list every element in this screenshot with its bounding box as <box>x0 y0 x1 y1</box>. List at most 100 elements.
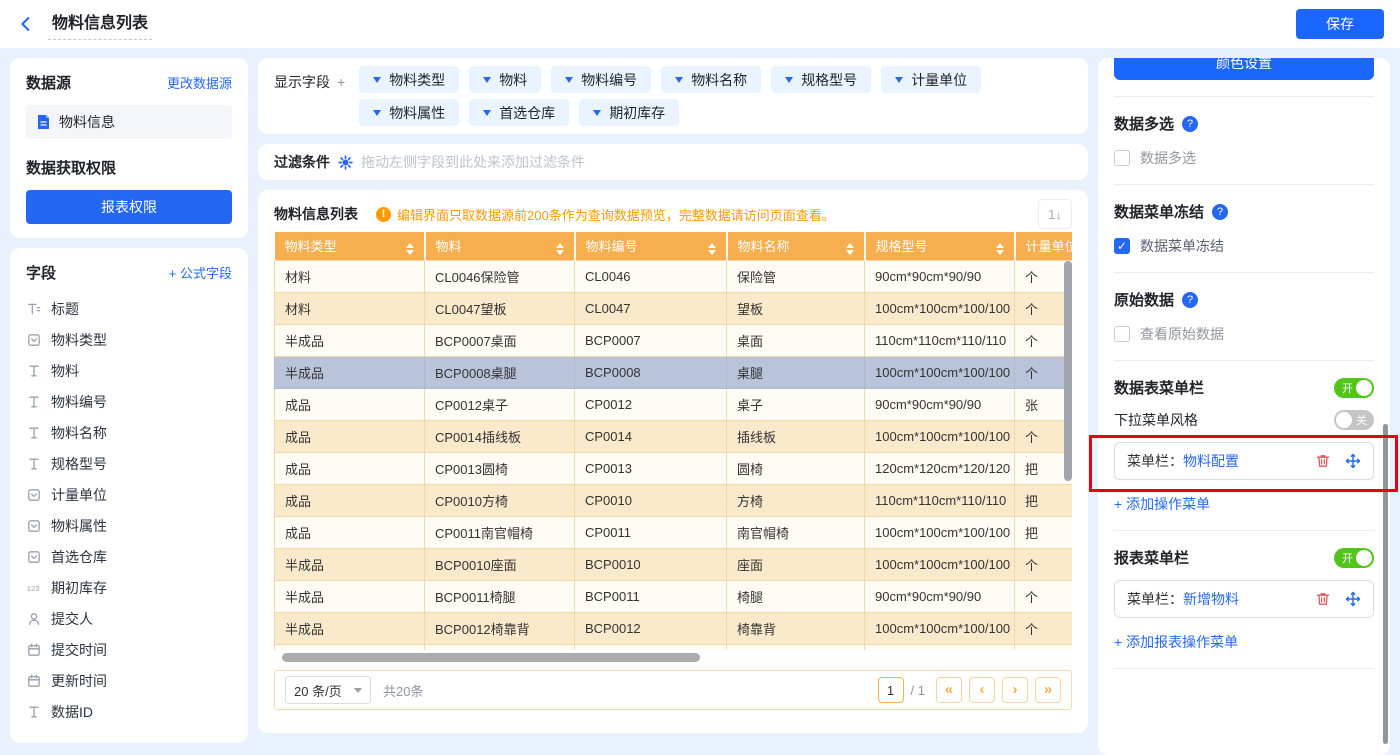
sort-order-button[interactable]: 1↓ <box>1038 199 1072 229</box>
table-cell[interactable]: 材料 <box>275 292 425 324</box>
table-cell[interactable]: CP0012桌子 <box>425 388 575 420</box>
table-cell[interactable]: CL0047望板 <box>425 292 575 324</box>
page-size-select[interactable]: 20 条/页 <box>285 676 371 704</box>
table-cell[interactable]: CP0013 <box>575 452 727 484</box>
help-icon[interactable]: ? <box>1182 292 1198 308</box>
table-row[interactable]: 成品CP0011南官帽椅CP0011南官帽椅100cm*100cm*100/10… <box>275 516 1073 548</box>
table-cell[interactable]: 把 <box>1015 484 1073 516</box>
display-field-chip[interactable]: 物料 <box>469 66 541 93</box>
table-cell[interactable]: 120cm*120cm*120/120 <box>865 452 1015 484</box>
menu-item-material-config[interactable]: 菜单栏：物料配置 <box>1114 442 1374 480</box>
field-item[interactable]: 提交人 <box>26 603 232 634</box>
table-row[interactable]: 成品CP0012桌子CP0012桌子90cm*90cm*90/90张 <box>275 388 1073 420</box>
display-field-chip[interactable]: 物料名称 <box>661 66 761 93</box>
table-cell[interactable]: 成品 <box>275 388 425 420</box>
table-cell[interactable]: 座面 <box>727 548 865 580</box>
table-cell[interactable]: 90cm*90cm*90/90 <box>865 388 1015 420</box>
table-cell[interactable]: BCP0010座面 <box>425 548 575 580</box>
table-cell[interactable]: 插线板 <box>727 420 865 452</box>
table-cell[interactable]: CP0013圆椅 <box>425 452 575 484</box>
display-field-chip[interactable]: 期初库存 <box>579 99 679 126</box>
table-cell[interactable]: 个 <box>1015 548 1073 580</box>
column-header[interactable]: 物料名称 <box>727 232 865 260</box>
table-cell[interactable]: 90cm*90cm*90/90 <box>865 580 1015 612</box>
table-row[interactable]: 成品CP0010方椅CP0010方椅110cm*110cm*110/110把 <box>275 484 1073 516</box>
table-cell[interactable]: 半成品 <box>275 612 425 644</box>
datasource-item[interactable]: 物料信息 <box>26 105 232 139</box>
column-header[interactable]: 规格型号 <box>865 232 1015 260</box>
help-icon[interactable]: ? <box>1212 204 1228 220</box>
menu-item-value-link[interactable]: 物料配置 <box>1183 453 1239 469</box>
table-cell[interactable]: 南官帽椅 <box>727 516 865 548</box>
delete-icon[interactable] <box>1315 453 1331 469</box>
table-cell[interactable]: 椅腿 <box>727 580 865 612</box>
column-header[interactable]: 物料 <box>425 232 575 260</box>
field-item[interactable]: 物料名称 <box>26 417 232 448</box>
table-cell[interactable]: 桌腿 <box>727 356 865 388</box>
table-cell[interactable]: 100cm*100cm*100/100 <box>865 612 1015 644</box>
horizontal-scrollbar[interactable] <box>282 653 700 662</box>
table-row[interactable]: 成品CP0014插线板CP0014插线板100cm*100cm*100/100个 <box>275 420 1073 452</box>
next-page-button[interactable]: › <box>1002 677 1028 703</box>
multi-select-checkbox[interactable]: 数据多选 <box>1114 148 1374 168</box>
field-item[interactable]: 物料属性 <box>26 510 232 541</box>
table-cell[interactable]: 把 <box>1015 516 1073 548</box>
table-cell[interactable]: BCP0007 <box>575 324 727 356</box>
first-page-button[interactable]: « <box>936 677 962 703</box>
field-item[interactable]: 更新时间 <box>26 665 232 696</box>
table-cell[interactable]: 成品 <box>275 420 425 452</box>
prev-page-button[interactable]: ‹ <box>969 677 995 703</box>
table-row[interactable]: 半成品BCP0007桌面BCP0007桌面110cm*110cm*110/110… <box>275 324 1073 356</box>
field-item[interactable]: 规格型号 <box>26 448 232 479</box>
table-cell[interactable]: 望板 <box>727 292 865 324</box>
table-cell[interactable]: BCP0011 <box>575 580 727 612</box>
dropdown-style-toggle[interactable]: 关 <box>1334 410 1374 430</box>
display-field-chip[interactable]: 规格型号 <box>771 66 871 93</box>
back-icon[interactable] <box>16 14 36 34</box>
page-title[interactable]: 物料信息列表 <box>48 9 152 40</box>
table-cell[interactable]: CP0014插线板 <box>425 420 575 452</box>
table-cell[interactable]: 个 <box>1015 580 1073 612</box>
table-cell[interactable]: 保险管 <box>727 260 865 292</box>
column-header[interactable]: 计量单位 <box>1015 232 1073 260</box>
table-cell[interactable]: 半成品 <box>275 324 425 356</box>
field-item[interactable]: 物料 <box>26 355 232 386</box>
raw-data-checkbox[interactable]: 查看原始数据 <box>1114 324 1374 344</box>
table-cell[interactable]: CP0011 <box>575 516 727 548</box>
color-settings-button[interactable]: 颜色设置 <box>1114 58 1374 80</box>
table-cell[interactable]: 100cm*100cm*100/100 <box>865 420 1015 452</box>
table-cell[interactable]: 成品 <box>275 516 425 548</box>
field-item[interactable]: 计量单位 <box>26 479 232 510</box>
table-cell[interactable]: 90cm*90cm*90/90 <box>865 260 1015 292</box>
move-icon[interactable] <box>1345 453 1361 469</box>
add-formula-field-link[interactable]: + 公式字段 <box>169 263 232 282</box>
table-cell[interactable]: 椅靠背 <box>727 612 865 644</box>
table-row[interactable]: 成品CP0013圆椅CP0013圆椅120cm*120cm*120/120把 <box>275 452 1073 484</box>
field-item[interactable]: 物料类型 <box>26 324 232 355</box>
table-cell[interactable]: 110cm*110cm*110/110 <box>865 484 1015 516</box>
menu-item-value-link[interactable]: 新增物料 <box>1183 591 1239 607</box>
table-cell[interactable]: CP0010 <box>575 484 727 516</box>
table-cell[interactable]: BCP0012 <box>575 612 727 644</box>
display-field-chip[interactable]: 首选仓库 <box>469 99 569 126</box>
table-cell[interactable]: 方椅 <box>727 484 865 516</box>
data-table-menu-toggle[interactable]: 开 <box>1334 378 1374 398</box>
add-action-menu-link[interactable]: + 添加操作菜单 <box>1114 494 1210 514</box>
last-page-button[interactable]: » <box>1035 677 1061 703</box>
table-cell[interactable]: 成品 <box>275 452 425 484</box>
table-cell[interactable]: BCP0011椅腿 <box>425 580 575 612</box>
field-item[interactable]: 首选仓库 <box>26 541 232 572</box>
table-cell[interactable]: 材料 <box>275 260 425 292</box>
save-button[interactable]: 保存 <box>1296 9 1384 39</box>
table-cell[interactable]: 100cm*100cm*100/100 <box>865 356 1015 388</box>
table-cell[interactable]: 个 <box>1015 612 1073 644</box>
table-cell[interactable]: 桌子 <box>727 388 865 420</box>
column-header[interactable]: 物料类型 <box>275 232 425 260</box>
table-cell[interactable]: CL0046 <box>575 260 727 292</box>
table-cell[interactable]: CP0012 <box>575 388 727 420</box>
table-cell[interactable]: CP0014 <box>575 420 727 452</box>
table-cell[interactable]: BCP0012椅靠背 <box>425 612 575 644</box>
table-cell[interactable]: CL0046保险管 <box>425 260 575 292</box>
filter-card[interactable]: 过滤条件 拖动左侧字段到此处来添加过滤条件 <box>258 144 1088 180</box>
table-cell[interactable]: 半成品 <box>275 548 425 580</box>
